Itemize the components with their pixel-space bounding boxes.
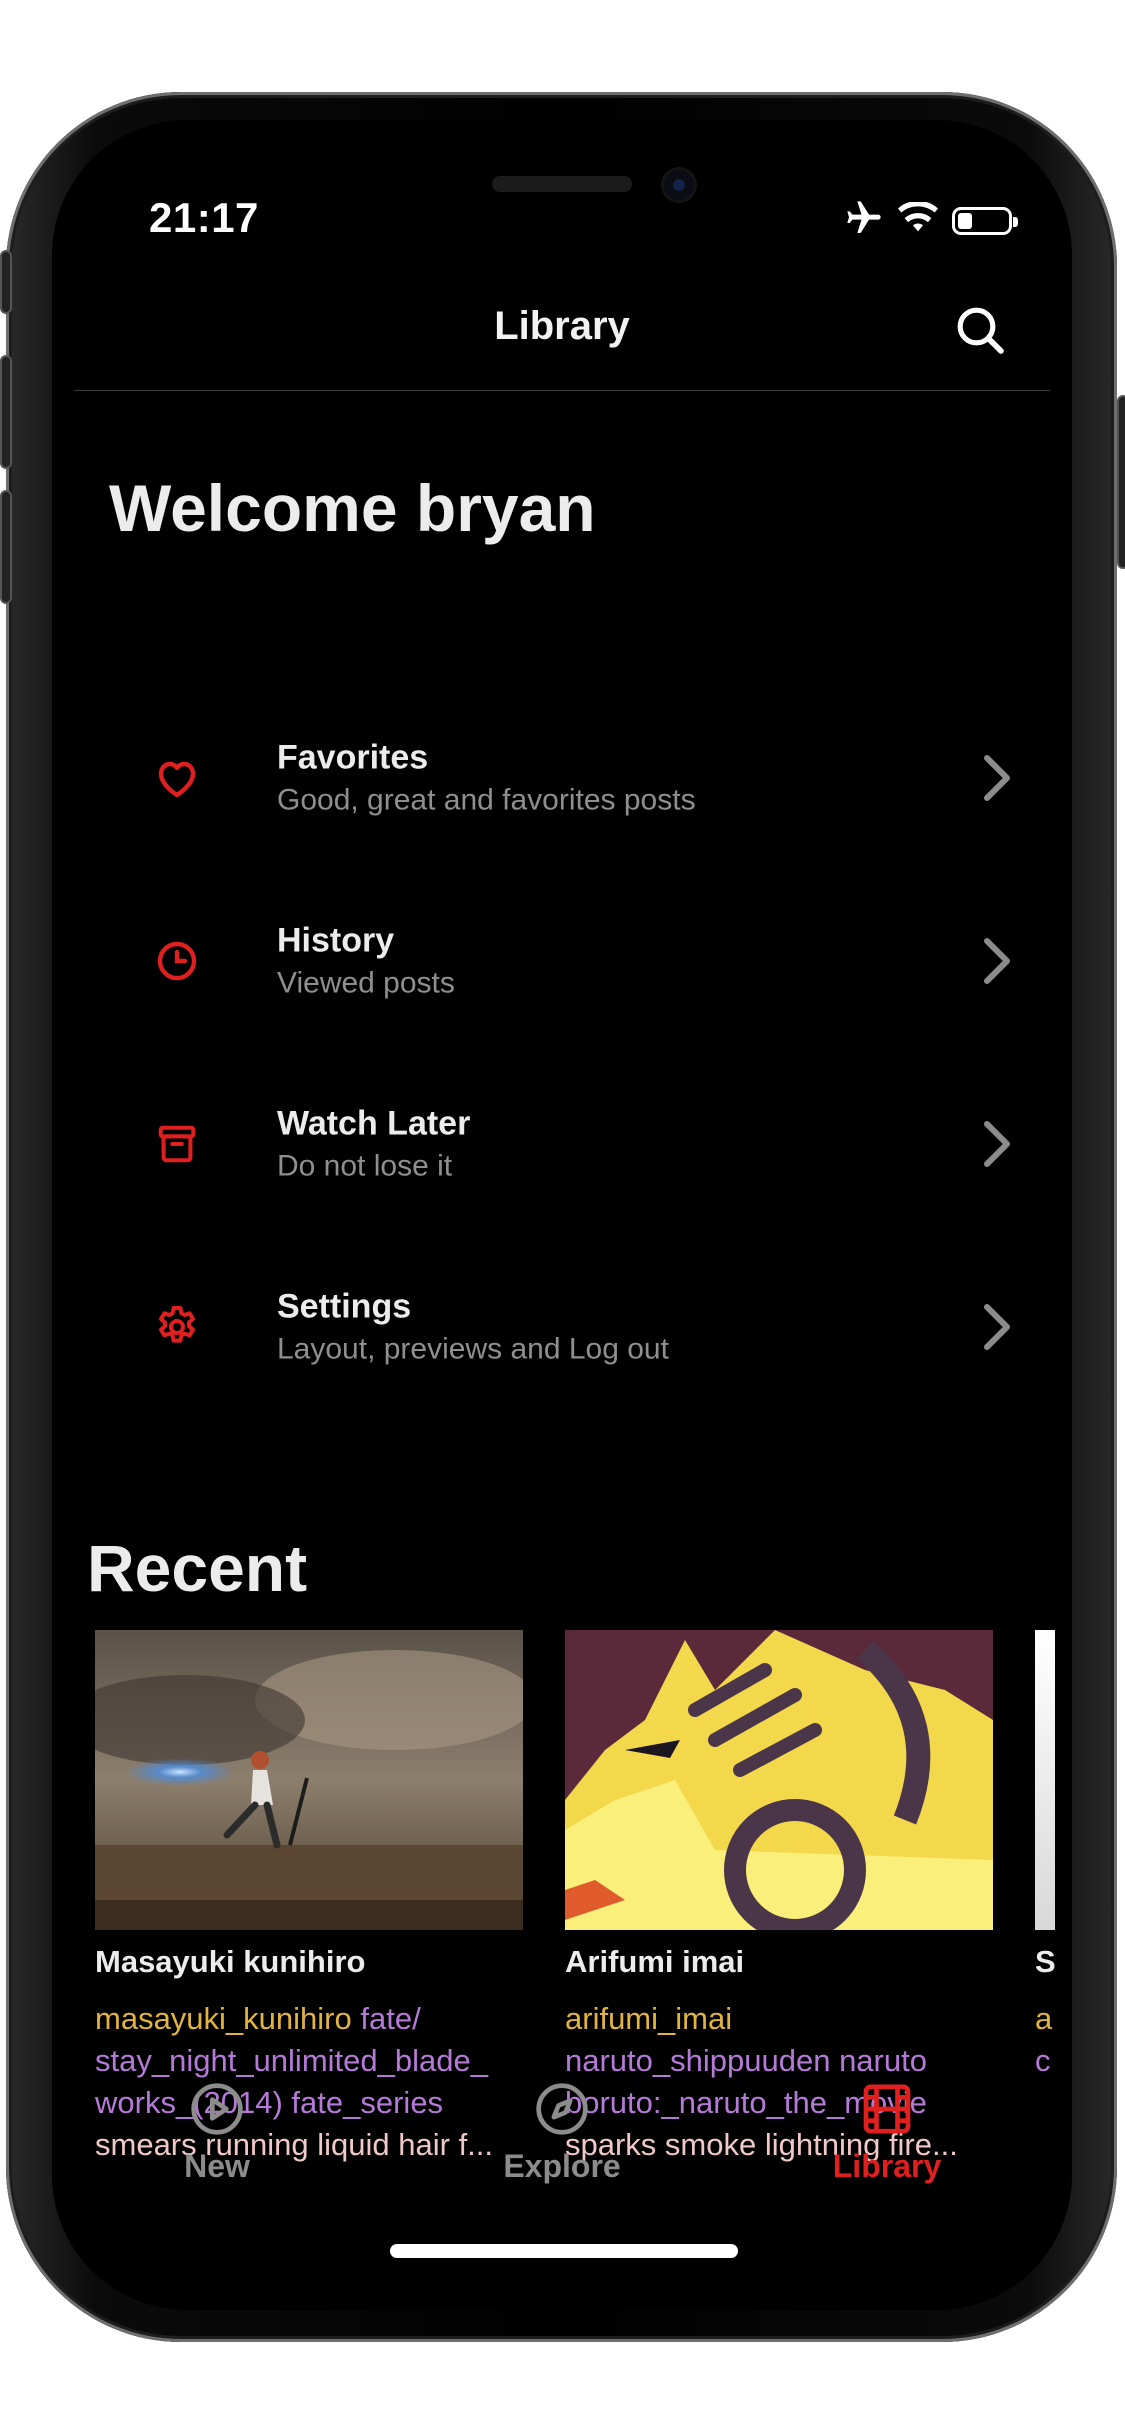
clock-icon <box>142 926 212 996</box>
heart-icon <box>142 743 212 813</box>
library-menu: Favorites Good, great and favorites post… <box>52 686 1072 1418</box>
film-strip-icon <box>858 2080 916 2138</box>
post-thumbnail[interactable] <box>95 1630 523 1930</box>
chevron-right-icon <box>984 1303 1010 1350</box>
compass-icon <box>533 2080 591 2138</box>
artist-tag[interactable]: masayuki_kunihiro <box>95 2001 352 2036</box>
side-button-power <box>1117 395 1125 569</box>
side-button-volume-down <box>0 490 12 604</box>
battery-icon <box>952 206 1018 235</box>
recent-card-partial[interactable]: S a c <box>1035 1630 1072 2082</box>
phone-screen: 21:17 Library Welcome bryan Favorites Go… <box>52 120 1072 2310</box>
side-button-silent <box>0 250 12 314</box>
search-button[interactable] <box>948 298 1012 362</box>
tab-label: Library <box>832 2148 942 2184</box>
menu-item-settings[interactable]: Settings Layout, previews and Log out <box>52 1235 1072 1418</box>
menu-item-subtitle: Do not lose it <box>277 1149 453 1182</box>
tab-library[interactable]: Library <box>767 2080 1007 2185</box>
status-time: 21:17 <box>149 194 259 241</box>
airplane-icon <box>844 198 884 243</box>
menu-item-title: Settings <box>277 1287 412 1325</box>
copyright-tag[interactable]: c <box>1035 2040 1072 2082</box>
status-icons <box>844 198 1018 243</box>
chevron-right-icon <box>984 754 1010 801</box>
artist-tag[interactable]: a <box>1035 1998 1072 2040</box>
tab-explore[interactable]: Explore <box>442 2080 682 2185</box>
menu-item-title: Favorites <box>277 738 429 776</box>
search-icon <box>957 307 1004 354</box>
menu-item-subtitle: Layout, previews and Log out <box>277 1332 669 1365</box>
tab-label: New <box>184 2148 250 2184</box>
wifi-icon <box>898 201 938 239</box>
speaker-grille <box>492 176 632 192</box>
recent-heading: Recent <box>87 1531 308 1605</box>
menu-item-subtitle: Viewed posts <box>277 966 455 999</box>
post-thumbnail[interactable] <box>1035 1630 1055 1930</box>
card-tags: a c <box>1035 1998 1072 2082</box>
welcome-heading: Welcome bryan <box>109 471 596 545</box>
gear-icon <box>142 1292 212 1362</box>
card-title: S <box>1035 1944 1056 1979</box>
navigation-bar: Library <box>52 290 1072 380</box>
tab-label: Explore <box>503 2148 621 2184</box>
menu-item-title: History <box>277 921 395 959</box>
chevron-right-icon <box>984 937 1010 984</box>
card-title: Arifumi imai <box>565 1944 745 1979</box>
menu-item-subtitle: Good, great and favorites posts <box>277 783 696 816</box>
side-button-volume-up <box>0 355 12 469</box>
menu-item-favorites[interactable]: Favorites Good, great and favorites post… <box>52 686 1072 869</box>
chevron-right-icon <box>984 1120 1010 1167</box>
front-camera <box>664 170 694 200</box>
tab-new[interactable]: New <box>97 2080 337 2185</box>
tab-bar: New Explore Library <box>52 2080 1072 2220</box>
menu-item-title: Watch Later <box>277 1104 471 1142</box>
home-indicator[interactable] <box>390 2244 738 2258</box>
artist-tag[interactable]: arifumi_imai <box>565 2001 732 2036</box>
nav-divider <box>74 390 1050 391</box>
post-thumbnail[interactable] <box>565 1630 993 1930</box>
card-title: Masayuki kunihiro <box>95 1944 366 1979</box>
menu-item-history[interactable]: History Viewed posts <box>52 869 1072 1052</box>
menu-item-watch-later[interactable]: Watch Later Do not lose it <box>52 1052 1072 1235</box>
page-title: Library <box>494 304 630 348</box>
archive-box-icon <box>142 1109 212 1179</box>
play-circle-icon <box>188 2080 246 2138</box>
battery-level <box>958 212 972 229</box>
